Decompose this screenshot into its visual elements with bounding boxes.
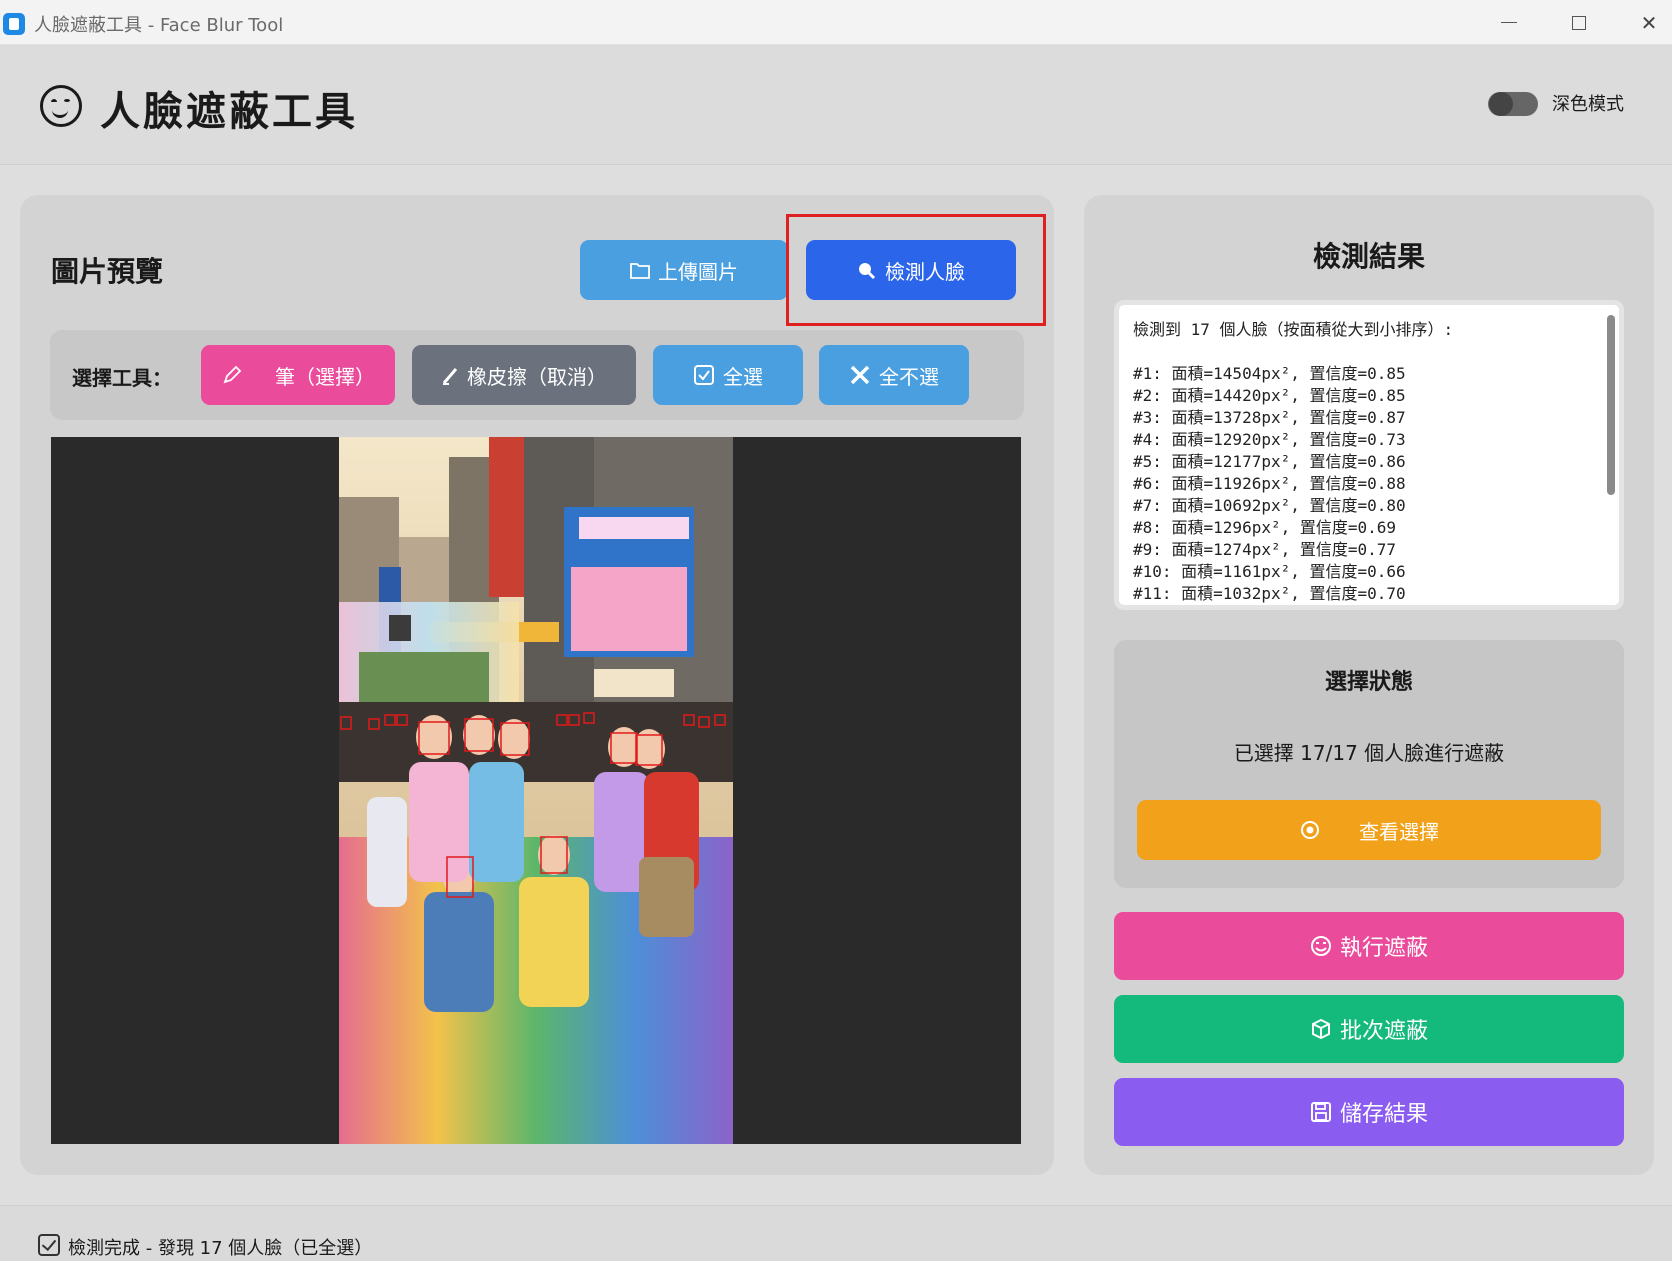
save-result-button[interactable]: 儲存結果: [1114, 1078, 1624, 1146]
pen-icon: [223, 365, 242, 384]
view-selection-button[interactable]: 查看選擇: [1137, 800, 1601, 860]
photo-illustration: [339, 437, 733, 1144]
tool-label: 選擇工具：: [72, 366, 172, 390]
select-none-button[interactable]: 全不選: [819, 345, 969, 405]
upload-image-button[interactable]: 上傳圖片: [580, 240, 788, 300]
window-titlebar: 人臉遮蔽工具 - Face Blur Tool ✕: [0, 0, 1672, 45]
app-header: 人臉遮蔽工具 深色模式: [0, 45, 1672, 165]
preview-title: 圖片預覽: [51, 255, 164, 288]
eraser-tool-button[interactable]: 橡皮擦（取消）: [412, 345, 636, 405]
preview-photo[interactable]: [339, 437, 733, 1144]
close-button[interactable]: ✕: [1619, 0, 1672, 45]
results-textbox[interactable]: 檢測到 17 個人臉（按面積從大到小排序）: #1: 面積=14504px², …: [1114, 300, 1624, 610]
selection-status-title: 選擇狀態: [1324, 670, 1413, 695]
eye-icon: [1301, 821, 1319, 839]
maximize-icon: [1572, 15, 1586, 30]
dark-mode-label: 深色模式: [1552, 94, 1624, 115]
eraser-icon: [442, 368, 458, 385]
search-icon: [859, 263, 876, 280]
image-preview-canvas[interactable]: [51, 437, 1021, 1144]
smiley-icon: [40, 85, 82, 127]
eraser-tool-label: 橡皮擦（取消）: [467, 364, 607, 389]
pen-tool-label: 筆（選擇）: [275, 364, 375, 389]
dark-mode-toggle[interactable]: [1488, 92, 1538, 116]
box-icon: [1311, 1018, 1330, 1040]
save-result-label: 儲存結果: [1339, 1102, 1428, 1127]
status-bar: 檢測完成 - 發現 17 個人臉（已全選）: [0, 1205, 1672, 1261]
detect-faces-button[interactable]: 檢測人臉: [806, 240, 1016, 300]
select-all-button[interactable]: 全選: [653, 345, 803, 405]
selection-status-text: 已選擇 17/17 個人臉進行遮蔽: [1233, 741, 1505, 765]
pen-tool-button[interactable]: 筆（選擇）: [201, 345, 395, 405]
results-title: 檢測結果: [1312, 240, 1425, 273]
preview-panel: 圖片預覽 上傳圖片 檢測人臉 選擇工具： 筆（選擇） 橡皮擦（取消） 全選 全不…: [20, 195, 1054, 1175]
results-panel: 檢測結果 檢測到 17 個人臉（按面積從大到小排序）: #1: 面積=14504…: [1084, 195, 1654, 1175]
maximize-button[interactable]: [1549, 0, 1609, 45]
checkbox-icon: [38, 1234, 60, 1256]
detect-faces-label: 檢測人臉: [885, 259, 965, 284]
app-title: 人臉遮蔽工具: [100, 89, 358, 135]
batch-blur-label: 批次遮蔽: [1339, 1019, 1428, 1044]
checkbox-icon: [694, 365, 714, 385]
results-text: 檢測到 17 個人臉（按面積從大到小排序）: #1: 面積=14504px², …: [1133, 320, 1454, 603]
select-none-label: 全不選: [879, 364, 939, 389]
select-all-label: 全選: [723, 364, 763, 389]
folder-icon: [630, 263, 650, 279]
upload-image-label: 上傳圖片: [658, 259, 738, 284]
selection-toolbar: 選擇工具： 筆（選擇） 橡皮擦（取消） 全選 全不選: [50, 330, 1024, 420]
window-title: 人臉遮蔽工具 - Face Blur Tool: [34, 15, 284, 36]
minimize-button[interactable]: [1479, 0, 1539, 45]
selection-status-card: 選擇狀態 已選擇 17/17 個人臉進行遮蔽 查看選擇: [1114, 640, 1624, 888]
minimize-icon: [1501, 22, 1517, 23]
results-scrollbar[interactable]: [1607, 315, 1615, 495]
save-icon: [1310, 1102, 1331, 1122]
close-icon: ✕: [1640, 10, 1658, 35]
view-selection-label: 查看選擇: [1359, 819, 1439, 844]
batch-blur-button[interactable]: 批次遮蔽: [1114, 995, 1624, 1063]
app-icon: [3, 13, 25, 35]
status-message: 檢測完成 - 發現 17 個人臉（已全選）: [68, 1238, 373, 1259]
execute-blur-label: 執行遮蔽: [1339, 936, 1428, 961]
x-icon: [850, 365, 870, 385]
smiley-icon: [1310, 936, 1331, 956]
execute-blur-button[interactable]: 執行遮蔽: [1114, 912, 1624, 980]
